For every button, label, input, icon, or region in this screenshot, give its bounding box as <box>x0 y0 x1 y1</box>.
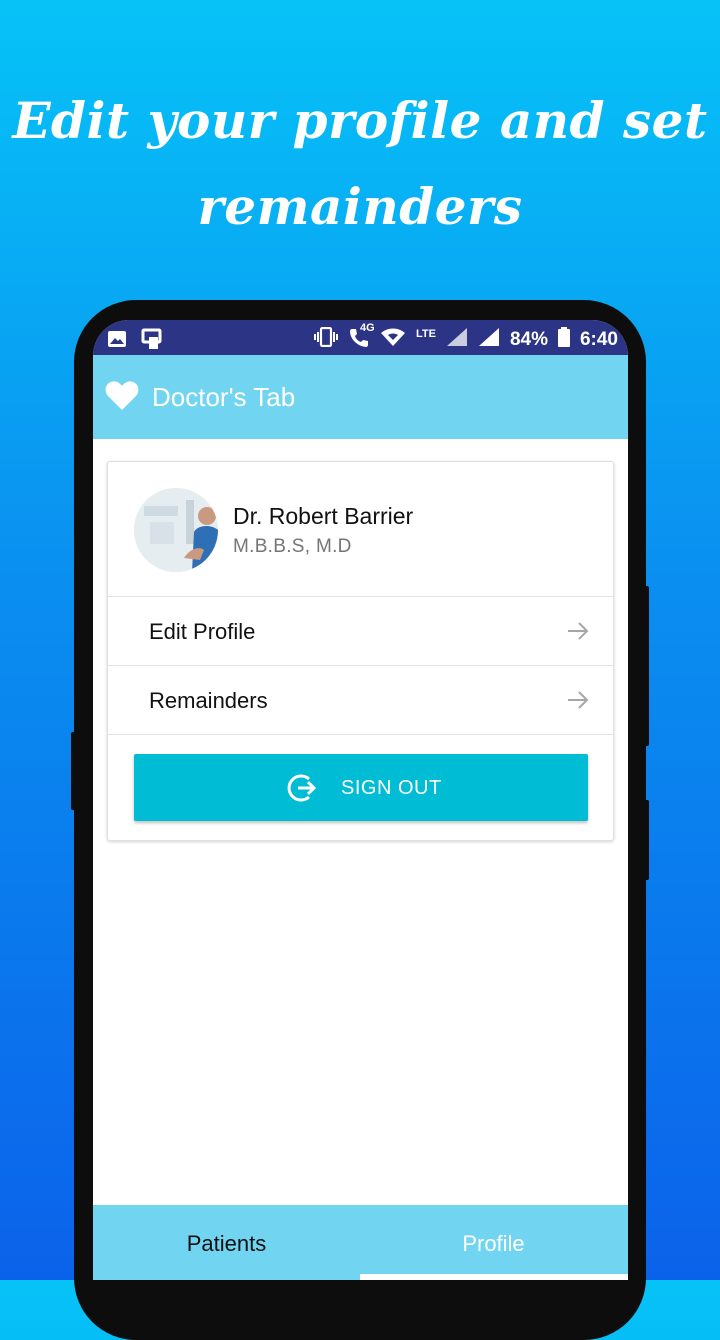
tab-indicator <box>360 1274 628 1280</box>
logout-icon <box>287 773 319 808</box>
divider <box>108 734 613 735</box>
tab-profile[interactable]: Profile <box>360 1205 627 1280</box>
status-time: 6:40 <box>579 329 618 350</box>
headline-line-2: remainders <box>197 177 523 236</box>
call-4g-icon: 4G <box>348 322 375 354</box>
battery-percent: 84% <box>509 329 548 350</box>
app-title: Doctor's Tab <box>152 382 296 412</box>
status-bar: 4G LTE 84% 6:40 <box>93 320 628 355</box>
phone-screen: 4G LTE 84% 6:40 Doctor's Tab Dr. Robert … <box>93 320 628 1280</box>
phone-side-button-left <box>71 732 77 810</box>
menu-item-edit-profile[interactable]: Edit Profile <box>108 596 613 665</box>
wifi-icon <box>380 327 406 353</box>
signal-icon <box>446 327 468 353</box>
tab-label: Patients <box>186 1231 267 1256</box>
sign-out-label: SIGN OUT <box>341 777 442 799</box>
phone-side-button-right-bottom <box>643 800 649 880</box>
phone-side-button-right-top <box>643 586 649 746</box>
promo-headline: Edit your profile and set remainders <box>0 78 720 250</box>
headline-line-1: Edit your profile and set <box>12 91 708 150</box>
doctor-degree: M.B.B.S, M.D <box>233 536 352 557</box>
sign-out-button[interactable]: SIGN OUT <box>134 754 588 821</box>
profile-card: Dr. Robert Barrier M.B.B.S, M.D Edit Pro… <box>107 461 614 841</box>
vibrate-icon <box>313 326 338 353</box>
heart-icon <box>105 380 139 416</box>
image-icon <box>107 330 127 354</box>
app-bar: Doctor's Tab <box>93 355 628 439</box>
arrow-right-icon <box>567 621 589 646</box>
arrow-right-icon <box>567 690 589 715</box>
doctor-name: Dr. Robert Barrier <box>233 503 414 529</box>
tab-patients[interactable]: Patients <box>93 1205 360 1280</box>
battery-icon <box>557 327 570 353</box>
tab-label: Profile <box>462 1231 525 1256</box>
lte-label: LTE <box>415 328 436 340</box>
menu-item-label: Remainders <box>149 688 268 713</box>
cast-icon <box>141 328 165 356</box>
avatar[interactable] <box>134 488 218 572</box>
bottom-nav: Patients Profile <box>93 1205 628 1280</box>
network-type-label: 4G <box>359 322 375 334</box>
menu-item-remainders[interactable]: Remainders <box>108 665 613 734</box>
menu-item-label: Edit Profile <box>149 619 256 644</box>
signal-icon-2 <box>478 327 500 353</box>
